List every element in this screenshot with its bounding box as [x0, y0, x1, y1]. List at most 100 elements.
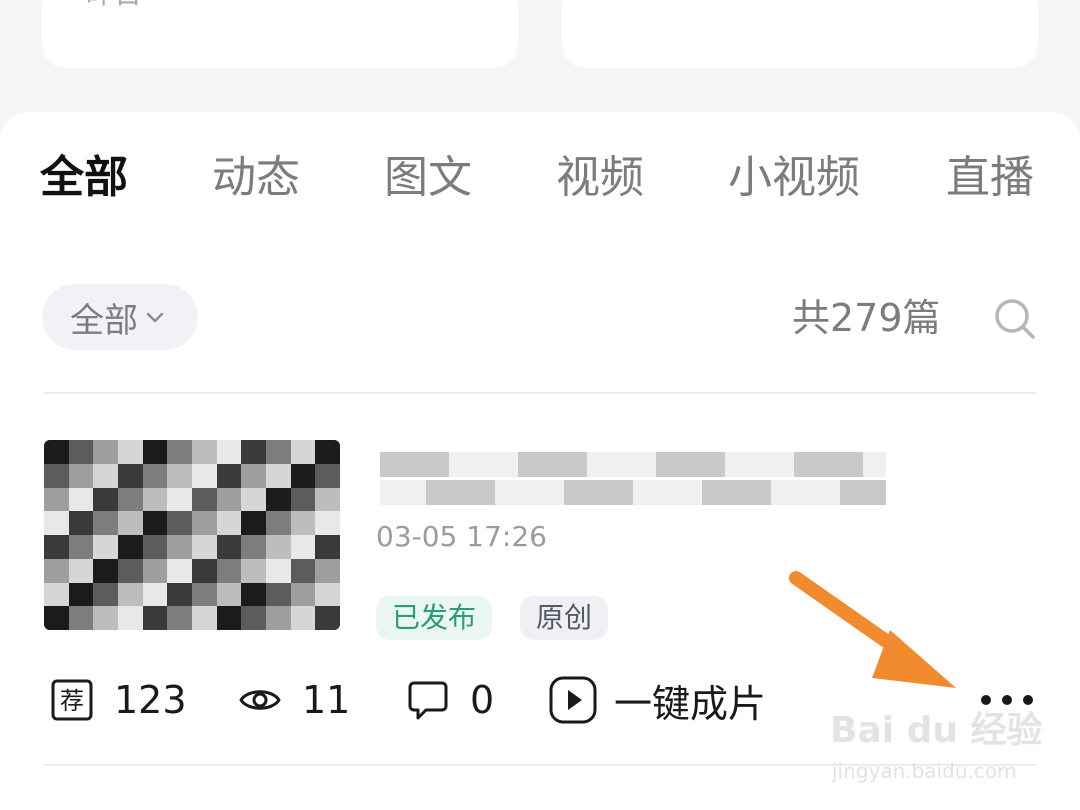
tab-live[interactable]: 直播: [946, 150, 1034, 206]
mosaic-cell: [290, 606, 316, 630]
mosaic-cell: [142, 606, 168, 630]
mosaic-cell: [117, 606, 143, 630]
blur-cell: [817, 452, 840, 477]
mosaic-cell: [241, 606, 266, 630]
mosaic-cell: [191, 440, 217, 464]
mosaic-cell: [167, 558, 192, 583]
tab-dynamic[interactable]: 动态: [212, 150, 300, 206]
mosaic-cell: [93, 487, 118, 512]
mosaic-cell: [93, 582, 118, 607]
mosaic-cell: [44, 558, 69, 583]
mosaic-cell: [68, 606, 94, 630]
blur-cell: [748, 480, 771, 505]
mosaic-cell: [68, 558, 94, 583]
tab-video[interactable]: 视频: [556, 150, 644, 206]
mosaic-cell: [142, 558, 168, 583]
blur-cell: [610, 452, 633, 477]
mosaic-cell: [44, 606, 69, 630]
mosaic-cell: [216, 463, 242, 488]
blur-cell: [725, 480, 748, 505]
mosaic-cell: [68, 440, 94, 464]
mosaic-cell: [216, 558, 242, 583]
search-icon[interactable]: [992, 296, 1038, 342]
post-title-redacted[interactable]: [380, 452, 890, 508]
mosaic-cell: [265, 606, 291, 630]
mosaic-cell: [93, 606, 118, 630]
mosaic-cell: [290, 511, 316, 535]
filter-dropdown[interactable]: 全部: [42, 284, 198, 350]
mosaic-cell: [68, 511, 94, 535]
tab-article[interactable]: 图文: [384, 150, 472, 206]
mosaic-cell: [241, 558, 266, 583]
article-count: 共279篇: [792, 296, 941, 340]
blur-cell: [863, 452, 886, 477]
metric-comments[interactable]: 0: [406, 676, 494, 724]
mosaic-cell: [265, 535, 291, 559]
mosaic-cell: [241, 511, 266, 535]
mosaic-cell: [167, 463, 192, 488]
blur-cell: [564, 480, 587, 505]
mosaic-cell: [290, 582, 316, 607]
blur-cell: [587, 480, 610, 505]
mosaic-cell: [216, 535, 242, 559]
stat-card-secondary: [562, 0, 1038, 68]
tab-short-video[interactable]: 小视频: [728, 150, 860, 206]
tab-all[interactable]: 全部: [40, 150, 128, 206]
mosaic-cell: [191, 511, 217, 535]
blur-cell: [679, 452, 702, 477]
mosaic-cell: [167, 606, 192, 630]
blur-cell: [380, 480, 403, 505]
mosaic-cell: [216, 487, 242, 512]
mosaic-cell: [142, 487, 168, 512]
mosaic-cell: [167, 582, 192, 607]
blur-cell: [449, 452, 472, 477]
watermark-brand: Bai du 经验: [830, 710, 1043, 751]
mosaic-cell: [44, 463, 69, 488]
one-click-video-button[interactable]: 一键成片: [548, 676, 766, 726]
mosaic-cell: [44, 511, 69, 535]
metric-views: 11: [238, 676, 350, 724]
blur-cell: [380, 452, 403, 477]
badge-original: 原创: [520, 596, 609, 640]
mosaic-cell: [44, 440, 69, 464]
blur-cell: [748, 452, 771, 477]
watermark-url: jingyan.baidu.com: [831, 759, 1017, 783]
blur-cell: [518, 452, 541, 477]
blur-cell: [587, 452, 610, 477]
mosaic-cell: [315, 606, 340, 630]
blur-cell: [656, 452, 679, 477]
blur-cell: [449, 480, 472, 505]
blur-cell: [863, 480, 886, 505]
mosaic-cell: [315, 582, 340, 607]
mosaic-cell: [241, 535, 266, 559]
mosaic-cell: [167, 511, 192, 535]
mosaic-cell: [216, 606, 242, 630]
mosaic-cell: [191, 606, 217, 630]
mosaic-cell: [44, 487, 69, 512]
blur-cell: [656, 480, 679, 505]
mosaic-cell: [216, 440, 242, 464]
blur-cell: [518, 480, 541, 505]
mosaic-cell: [44, 535, 69, 559]
post-thumbnail[interactable]: [44, 440, 340, 630]
pixelated-image: [44, 440, 340, 630]
mosaic-cell: [68, 463, 94, 488]
mosaic-cell: [290, 463, 316, 488]
mosaic-cell: [241, 440, 266, 464]
mosaic-cell: [265, 582, 291, 607]
blur-cell: [633, 480, 656, 505]
mosaic-cell: [315, 511, 340, 535]
view-count: 11: [302, 678, 351, 722]
mosaic-cell: [93, 511, 118, 535]
yesterday-stat-label: 昨日 - -: [86, 0, 180, 8]
blur-cell: [403, 452, 426, 477]
mosaic-cell: [290, 535, 316, 559]
comment-count: 0: [470, 678, 495, 722]
mosaic-cell: [191, 487, 217, 512]
blur-cell: [679, 480, 702, 505]
mosaic-cell: [290, 440, 316, 464]
mosaic-cell: [315, 463, 340, 488]
blur-cell: [702, 480, 725, 505]
blur-cell: [426, 452, 449, 477]
blur-cell: [541, 480, 564, 505]
